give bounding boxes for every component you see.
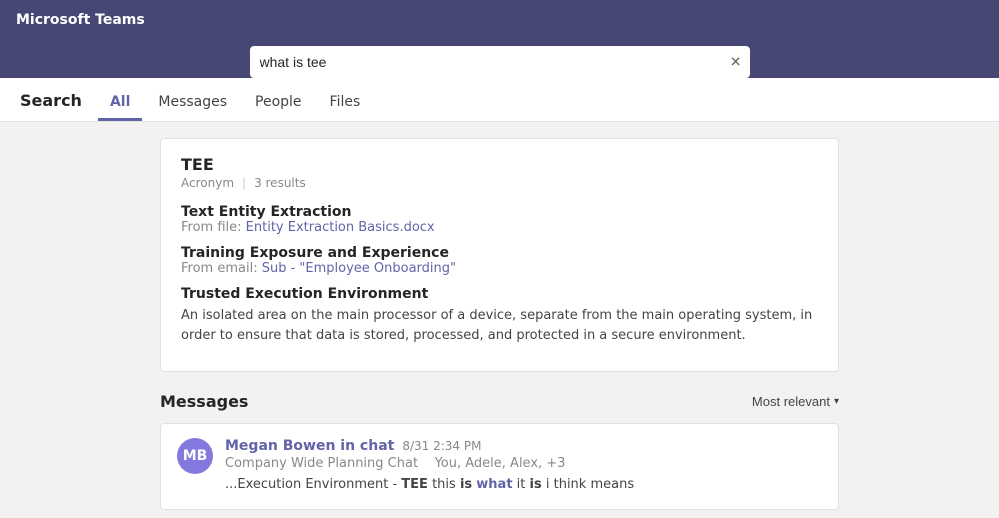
message-1-header: Megan Bowen in chat 8/31 2:34 PM — [225, 438, 822, 454]
nav-search-label: Search — [20, 81, 82, 121]
message-1-text: ...Execution Environment - TEE this is w… — [225, 475, 822, 495]
messages-title: Messages — [160, 392, 248, 411]
search-wrapper: ✕ — [250, 46, 750, 78]
tee-item-1-source: From file: Entity Extraction Basics.docx — [181, 220, 818, 235]
search-clear-button[interactable]: ✕ — [730, 54, 742, 71]
tab-files[interactable]: Files — [318, 84, 373, 121]
tee-item-1: Text Entity Extraction From file: Entity… — [181, 204, 818, 235]
tee-item-2: Training Exposure and Experience From em… — [181, 245, 818, 276]
tab-people[interactable]: People — [243, 84, 314, 121]
chevron-down-icon: ▾ — [834, 396, 839, 407]
message-card-1: MB Megan Bowen in chat 8/31 2:34 PM Comp… — [160, 423, 839, 510]
tee-item-2-title: Training Exposure and Experience — [181, 245, 818, 261]
app-title: Microsoft Teams — [16, 12, 145, 28]
message-1-content: Megan Bowen in chat 8/31 2:34 PM Company… — [225, 438, 822, 495]
tee-item-1-title: Text Entity Extraction — [181, 204, 818, 220]
messages-section-header: Messages Most relevant ▾ — [160, 392, 839, 411]
main-content: TEE Acronym | 3 results Text Entity Extr… — [0, 122, 999, 516]
message-1-author[interactable]: Megan Bowen in chat — [225, 438, 394, 454]
avatar-mb: MB — [177, 438, 213, 474]
tee-item-2-link[interactable]: Sub - "Employee Onboarding" — [262, 261, 456, 276]
tee-item-3: Trusted Execution Environment An isolate… — [181, 286, 818, 345]
tab-all[interactable]: All — [98, 84, 142, 121]
tee-item-2-source: From email: Sub - "Employee Onboarding" — [181, 261, 818, 276]
nav-tabs: Search All Messages People Files — [0, 78, 999, 122]
search-input[interactable] — [250, 46, 750, 78]
tab-messages[interactable]: Messages — [146, 84, 239, 121]
message-1-timestamp: 8/31 2:34 PM — [402, 439, 481, 453]
tee-item-1-link[interactable]: Entity Extraction Basics.docx — [246, 220, 435, 235]
message-1-channel: Company Wide Planning Chat You, Adele, A… — [225, 456, 822, 471]
tee-card: TEE Acronym | 3 results Text Entity Extr… — [160, 138, 839, 372]
sort-button[interactable]: Most relevant ▾ — [752, 394, 839, 409]
searchbar-area: ✕ — [0, 40, 999, 78]
tee-item-3-description: An isolated area on the main processor o… — [181, 306, 818, 345]
tee-card-subtitle: Acronym | 3 results — [181, 176, 818, 190]
tee-item-3-title: Trusted Execution Environment — [181, 286, 818, 302]
titlebar: Microsoft Teams — [0, 0, 999, 40]
tee-card-title: TEE — [181, 155, 818, 174]
